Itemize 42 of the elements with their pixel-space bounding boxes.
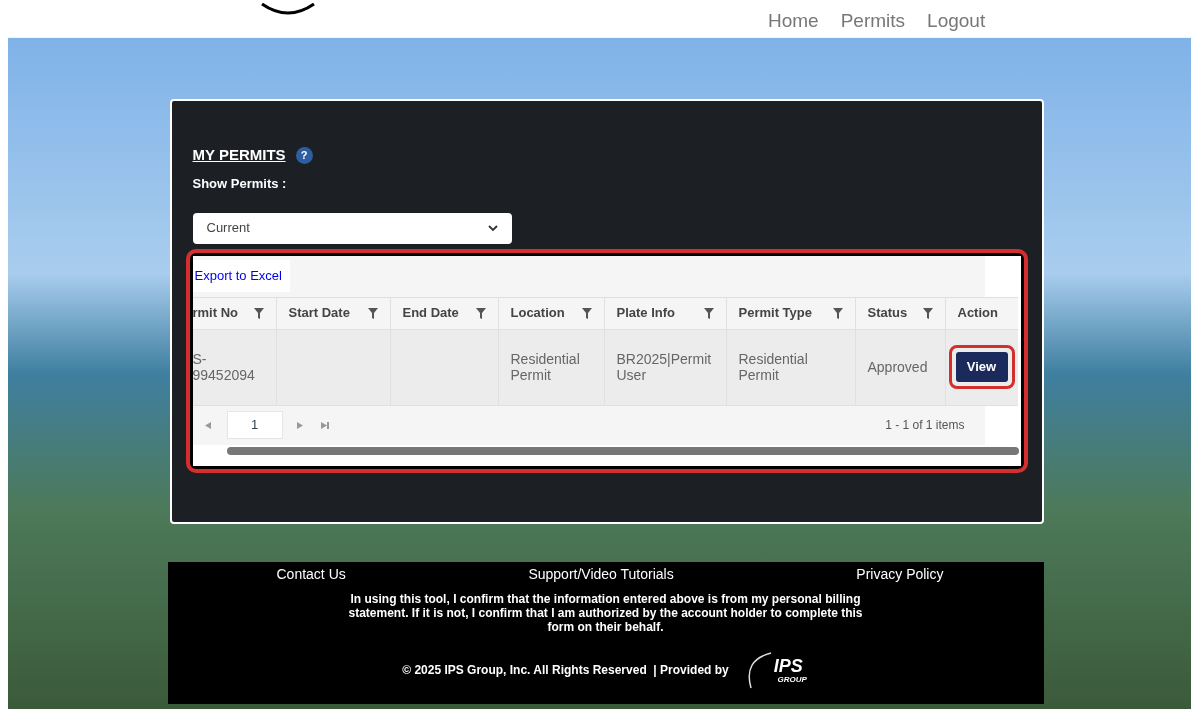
filter-icon[interactable] [581, 307, 592, 319]
footer-link[interactable]: Privacy Policy [856, 564, 944, 585]
last-page-icon[interactable] [320, 421, 329, 429]
table-cell: Approved [854, 329, 945, 405]
previous-page-icon[interactable] [204, 421, 211, 429]
table-cell: Residential Permit [725, 329, 855, 405]
column-header[interactable]: Plate Info [603, 297, 726, 329]
footer-link[interactable]: Support/Video Tutorials [528, 564, 674, 585]
page-title: MY PERMITS [192, 144, 286, 165]
export-link[interactable]: Export to Excel [192, 260, 290, 292]
copyright-text: © 2025 IPS Group, Inc. All Rights Reserved | Provided by [402, 662, 729, 679]
table-cell: BR2025|Permit User [603, 329, 726, 405]
company-logo: IPS GROUP [742, 650, 809, 690]
nav-link[interactable]: Home [768, 10, 819, 32]
table-cell-text: S- 99452094 [192, 350, 256, 385]
column-header[interactable]: Location [497, 297, 604, 329]
filter-icon[interactable] [253, 307, 264, 319]
filter-icon[interactable] [922, 307, 933, 319]
next-page-icon[interactable] [296, 421, 303, 429]
nav-link[interactable]: Permits [840, 10, 906, 32]
filter-label: Show Permits : [192, 175, 288, 193]
filter-icon[interactable] [367, 307, 378, 319]
column-header[interactable]: Start Date [275, 297, 390, 329]
help-icon[interactable]: ? [295, 146, 313, 164]
chevron-down-icon [487, 224, 498, 232]
filter-icon[interactable] [703, 307, 714, 319]
pager-summary: 1 - 1 of 1 items [885, 417, 966, 434]
column-header[interactable]: Action [944, 297, 1018, 329]
horizontal-scrollbar[interactable] [226, 446, 1019, 455]
column-header[interactable]: rmit No [192, 297, 276, 329]
disclaimer-text: In using this tool, I confirm that the information entered above is from my personal billing statement. If it is not, I confirm that I am authorized by the account holder to complete this form on their behalf. [347, 592, 864, 634]
view-button[interactable]: View [955, 352, 1008, 382]
column-header[interactable]: Permit Type [725, 297, 855, 329]
filter-icon[interactable] [475, 307, 486, 319]
table-cell: Residential Permit [497, 329, 604, 405]
column-header[interactable]: Status [854, 297, 945, 329]
nav-link[interactable]: Logout [927, 10, 986, 32]
filter-icon[interactable] [832, 307, 843, 319]
column-header[interactable]: End Date [389, 297, 498, 329]
footer-link[interactable]: Contact Us [276, 564, 346, 585]
page-number[interactable]: 1 [226, 411, 283, 439]
permit-filter-dropdown[interactable]: Current [192, 212, 512, 244]
